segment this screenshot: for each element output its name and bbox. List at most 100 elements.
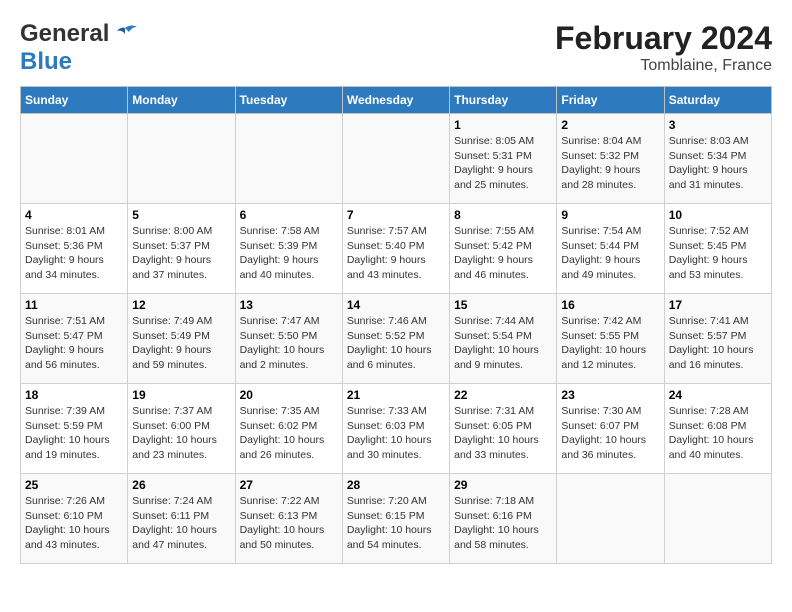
calendar-cell: 11 Sunrise: 7:51 AM Sunset: 5:47 PM Dayli… [21,294,128,384]
logo-blue-text: Blue [20,48,72,75]
calendar-cell: 4 Sunrise: 8:01 AM Sunset: 5:36 PM Daylig… [21,204,128,294]
day-number: 10 [669,208,767,222]
logo: General Blue [20,20,139,76]
calendar-cell [664,474,771,564]
calendar-cell: 25 Sunrise: 7:26 AM Sunset: 6:10 PM Dayli… [21,474,128,564]
cell-content: Sunrise: 7:35 AM Sunset: 6:02 PM Dayligh… [240,404,338,463]
day-number: 2 [561,118,659,132]
calendar-cell: 12 Sunrise: 7:49 AM Sunset: 5:49 PM Dayli… [128,294,235,384]
calendar-cell: 28 Sunrise: 7:20 AM Sunset: 6:15 PM Dayli… [342,474,449,564]
column-header-friday: Friday [557,87,664,114]
cell-content: Sunrise: 8:03 AM Sunset: 5:34 PM Dayligh… [669,134,767,193]
cell-content: Sunrise: 7:24 AM Sunset: 6:11 PM Dayligh… [132,494,230,553]
cell-content: Sunrise: 8:00 AM Sunset: 5:37 PM Dayligh… [132,224,230,283]
calendar-cell: 27 Sunrise: 7:22 AM Sunset: 6:13 PM Dayli… [235,474,342,564]
logo-text: General [20,20,139,48]
day-number: 15 [454,298,552,312]
day-number: 1 [454,118,552,132]
cell-content: Sunrise: 7:22 AM Sunset: 6:13 PM Dayligh… [240,494,338,553]
calendar-cell [128,114,235,204]
cell-content: Sunrise: 7:42 AM Sunset: 5:55 PM Dayligh… [561,314,659,373]
day-number: 25 [25,478,123,492]
day-number: 22 [454,388,552,402]
week-row-2: 4 Sunrise: 8:01 AM Sunset: 5:36 PM Daylig… [21,204,772,294]
calendar-cell: 10 Sunrise: 7:52 AM Sunset: 5:45 PM Dayli… [664,204,771,294]
cell-content: Sunrise: 8:05 AM Sunset: 5:31 PM Dayligh… [454,134,552,193]
day-number: 26 [132,478,230,492]
day-number: 27 [240,478,338,492]
calendar-cell [342,114,449,204]
day-number: 13 [240,298,338,312]
day-number: 7 [347,208,445,222]
day-number: 6 [240,208,338,222]
calendar-cell: 17 Sunrise: 7:41 AM Sunset: 5:57 PM Dayli… [664,294,771,384]
column-header-monday: Monday [128,87,235,114]
day-number: 28 [347,478,445,492]
cell-content: Sunrise: 7:49 AM Sunset: 5:49 PM Dayligh… [132,314,230,373]
cell-content: Sunrise: 7:18 AM Sunset: 6:16 PM Dayligh… [454,494,552,553]
calendar-cell: 18 Sunrise: 7:39 AM Sunset: 5:59 PM Dayli… [21,384,128,474]
cell-content: Sunrise: 7:41 AM Sunset: 5:57 PM Dayligh… [669,314,767,373]
cell-content: Sunrise: 7:20 AM Sunset: 6:15 PM Dayligh… [347,494,445,553]
day-number: 11 [25,298,123,312]
week-row-3: 11 Sunrise: 7:51 AM Sunset: 5:47 PM Dayli… [21,294,772,384]
day-number: 19 [132,388,230,402]
cell-content: Sunrise: 7:54 AM Sunset: 5:44 PM Dayligh… [561,224,659,283]
day-number: 17 [669,298,767,312]
calendar-subtitle: Tomblaine, France [555,57,772,75]
calendar-cell: 16 Sunrise: 7:42 AM Sunset: 5:55 PM Dayli… [557,294,664,384]
day-number: 29 [454,478,552,492]
cell-content: Sunrise: 7:26 AM Sunset: 6:10 PM Dayligh… [25,494,123,553]
cell-content: Sunrise: 7:44 AM Sunset: 5:54 PM Dayligh… [454,314,552,373]
cell-content: Sunrise: 7:37 AM Sunset: 6:00 PM Dayligh… [132,404,230,463]
cell-content: Sunrise: 7:47 AM Sunset: 5:50 PM Dayligh… [240,314,338,373]
cell-content: Sunrise: 7:30 AM Sunset: 6:07 PM Dayligh… [561,404,659,463]
column-header-tuesday: Tuesday [235,87,342,114]
calendar-cell [557,474,664,564]
calendar-cell [21,114,128,204]
calendar-cell: 26 Sunrise: 7:24 AM Sunset: 6:11 PM Dayli… [128,474,235,564]
column-header-thursday: Thursday [450,87,557,114]
calendar-cell: 20 Sunrise: 7:35 AM Sunset: 6:02 PM Dayli… [235,384,342,474]
day-number: 16 [561,298,659,312]
calendar-cell: 22 Sunrise: 7:31 AM Sunset: 6:05 PM Dayli… [450,384,557,474]
cell-content: Sunrise: 7:52 AM Sunset: 5:45 PM Dayligh… [669,224,767,283]
calendar-cell: 2 Sunrise: 8:04 AM Sunset: 5:32 PM Daylig… [557,114,664,204]
day-number: 12 [132,298,230,312]
logo-bird-icon [111,24,139,46]
calendar-cell: 29 Sunrise: 7:18 AM Sunset: 6:16 PM Dayli… [450,474,557,564]
calendar-cell: 7 Sunrise: 7:57 AM Sunset: 5:40 PM Daylig… [342,204,449,294]
day-number: 18 [25,388,123,402]
column-header-wednesday: Wednesday [342,87,449,114]
calendar-cell [235,114,342,204]
calendar-cell: 6 Sunrise: 7:58 AM Sunset: 5:39 PM Daylig… [235,204,342,294]
column-header-saturday: Saturday [664,87,771,114]
calendar-cell: 15 Sunrise: 7:44 AM Sunset: 5:54 PM Dayli… [450,294,557,384]
calendar-title: February 2024 [555,20,772,57]
calendar-cell: 24 Sunrise: 7:28 AM Sunset: 6:08 PM Dayli… [664,384,771,474]
title-block: February 2024 Tomblaine, France [555,20,772,75]
week-row-1: 1 Sunrise: 8:05 AM Sunset: 5:31 PM Daylig… [21,114,772,204]
cell-content: Sunrise: 8:04 AM Sunset: 5:32 PM Dayligh… [561,134,659,193]
day-number: 8 [454,208,552,222]
calendar-table: SundayMondayTuesdayWednesdayThursdayFrid… [20,86,772,564]
cell-content: Sunrise: 8:01 AM Sunset: 5:36 PM Dayligh… [25,224,123,283]
day-number: 9 [561,208,659,222]
cell-content: Sunrise: 7:39 AM Sunset: 5:59 PM Dayligh… [25,404,123,463]
cell-content: Sunrise: 7:31 AM Sunset: 6:05 PM Dayligh… [454,404,552,463]
cell-content: Sunrise: 7:33 AM Sunset: 6:03 PM Dayligh… [347,404,445,463]
calendar-cell: 3 Sunrise: 8:03 AM Sunset: 5:34 PM Daylig… [664,114,771,204]
day-number: 14 [347,298,445,312]
calendar-cell: 13 Sunrise: 7:47 AM Sunset: 5:50 PM Dayli… [235,294,342,384]
day-number: 24 [669,388,767,402]
cell-content: Sunrise: 7:57 AM Sunset: 5:40 PM Dayligh… [347,224,445,283]
day-number: 3 [669,118,767,132]
cell-content: Sunrise: 7:58 AM Sunset: 5:39 PM Dayligh… [240,224,338,283]
day-number: 5 [132,208,230,222]
cell-content: Sunrise: 7:51 AM Sunset: 5:47 PM Dayligh… [25,314,123,373]
calendar-cell: 19 Sunrise: 7:37 AM Sunset: 6:00 PM Dayli… [128,384,235,474]
cell-content: Sunrise: 7:55 AM Sunset: 5:42 PM Dayligh… [454,224,552,283]
cell-content: Sunrise: 7:28 AM Sunset: 6:08 PM Dayligh… [669,404,767,463]
day-number: 4 [25,208,123,222]
day-number: 20 [240,388,338,402]
